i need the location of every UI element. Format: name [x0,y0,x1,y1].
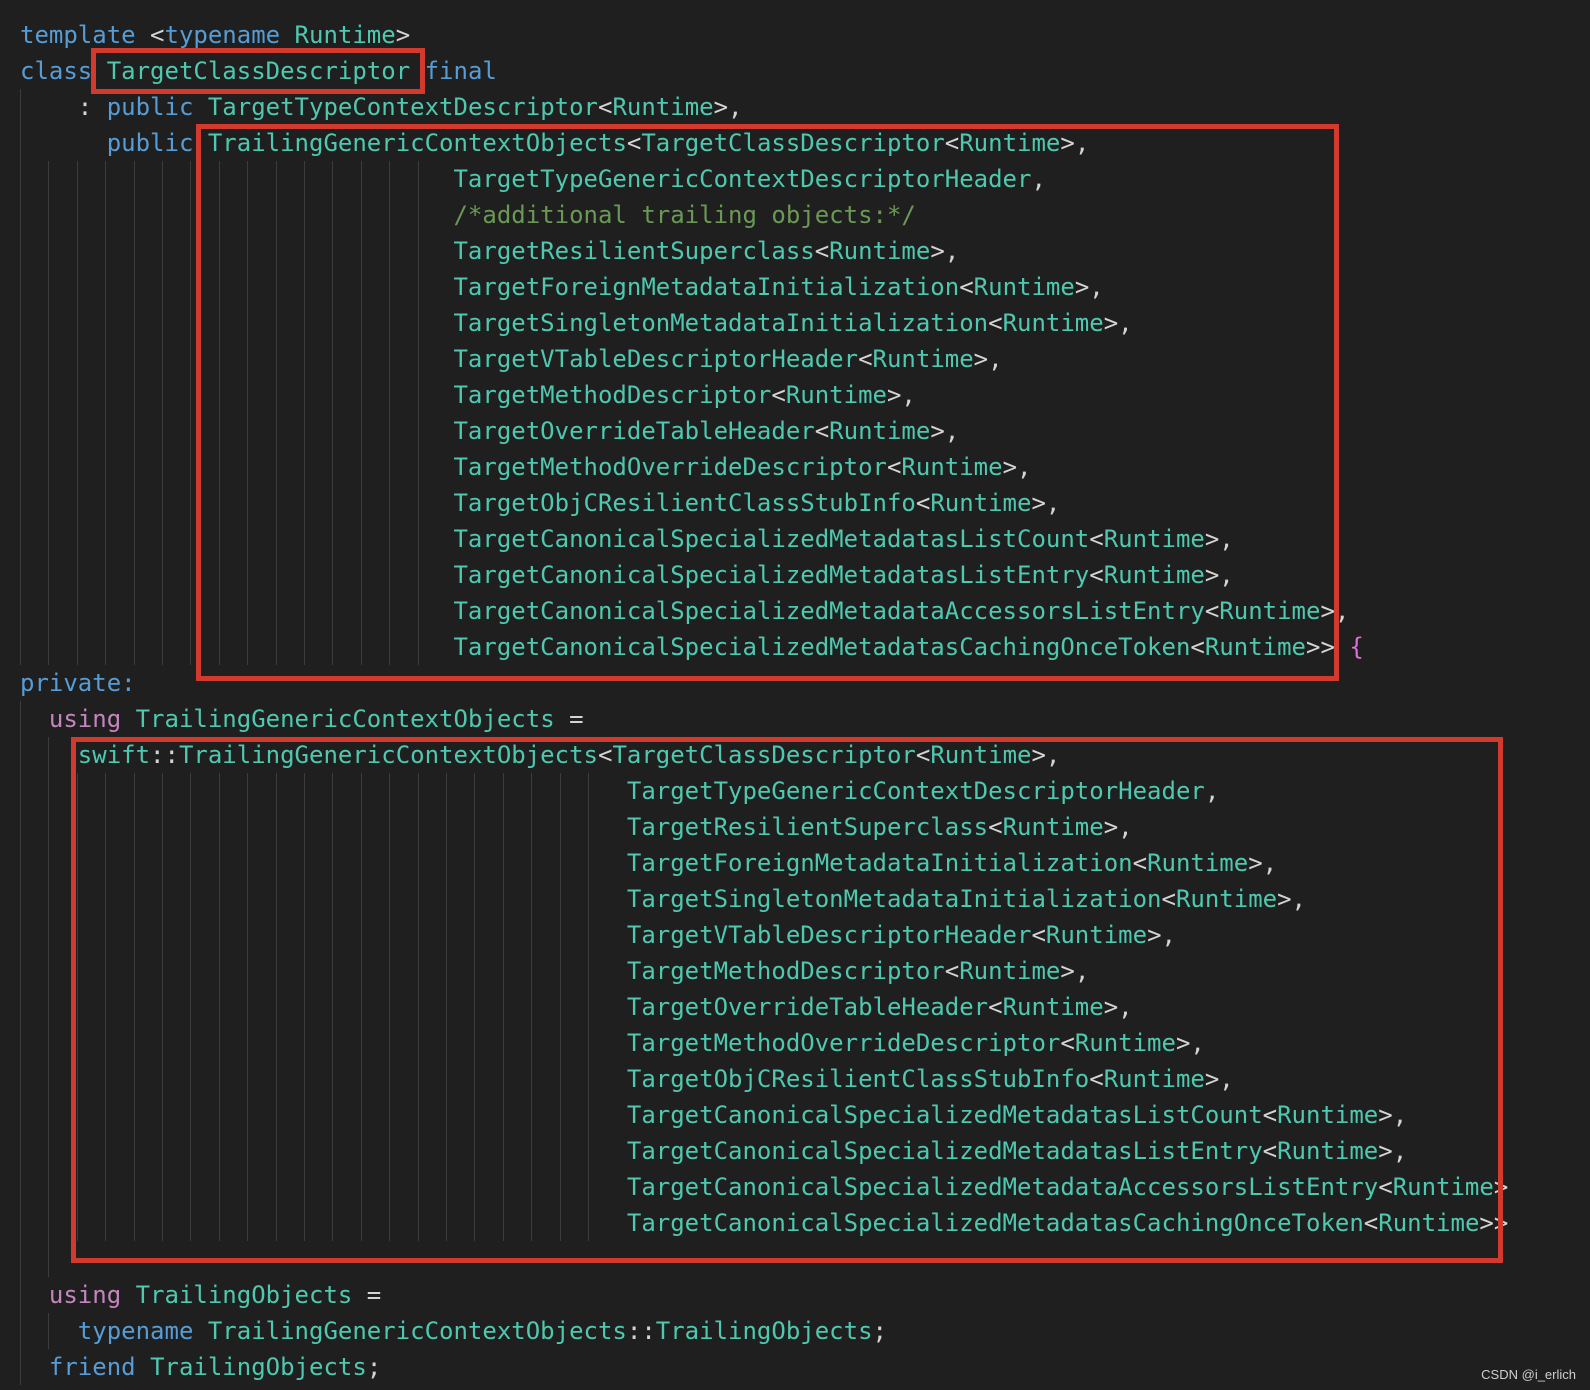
code-token: ; [872,1317,887,1345]
code-token: public [106,129,194,157]
code-token: < [598,93,613,121]
code-token: TrailingGenericContextObjects [207,1317,627,1345]
code-token: public [106,93,194,121]
code-token: TrailingObjects [150,1353,367,1381]
code-token: :: [626,1317,656,1345]
code-token: TargetTypeContextDescriptor [207,93,598,121]
code-token: ; [366,1353,382,1381]
code-token: typename [77,1317,194,1345]
code-token: Runtime [612,93,714,121]
code-token: final [424,57,497,85]
code-token: typename [164,21,281,49]
highlight-box-using-alias-list [71,737,1503,1263]
code-token: TrailingObjects [655,1317,873,1345]
code-line[interactable]: typename TrailingGenericContextObjects::… [20,1313,887,1349]
code-token: friend [48,1353,136,1381]
code-token: private: [20,669,136,697]
code-editor[interactable]: template <typename Runtime> class TargetC… [0,0,1590,1390]
code-token: using [48,705,122,733]
watermark: CSDN @i_erlich [1481,1367,1576,1382]
code-token: < [135,21,165,49]
code-token: >, [713,93,743,121]
code-line[interactable]: private: [20,665,136,701]
code-token: = [554,705,584,733]
code-token: using [48,1281,122,1309]
code-token: TrailingObjects [135,1281,353,1309]
code-line[interactable]: friend TrailingObjects; [20,1349,381,1385]
code-token: = [352,1281,382,1309]
code-line[interactable]: using TrailingObjects = [20,1277,381,1313]
code-token: Runtime [294,21,396,49]
code-token: > [395,21,411,49]
code-line[interactable]: using TrailingGenericContextObjects = [20,701,584,737]
code-token: : [20,93,107,121]
code-token: template [20,21,136,49]
code-line[interactable]: : public TargetTypeContextDescriptor<Run… [20,89,743,125]
highlight-box-base-class-list [196,124,1339,681]
code-token: { [1349,633,1364,661]
code-token: class [20,57,93,85]
code-token: TrailingGenericContextObjects [135,705,555,733]
highlight-box-class-name [91,48,425,94]
